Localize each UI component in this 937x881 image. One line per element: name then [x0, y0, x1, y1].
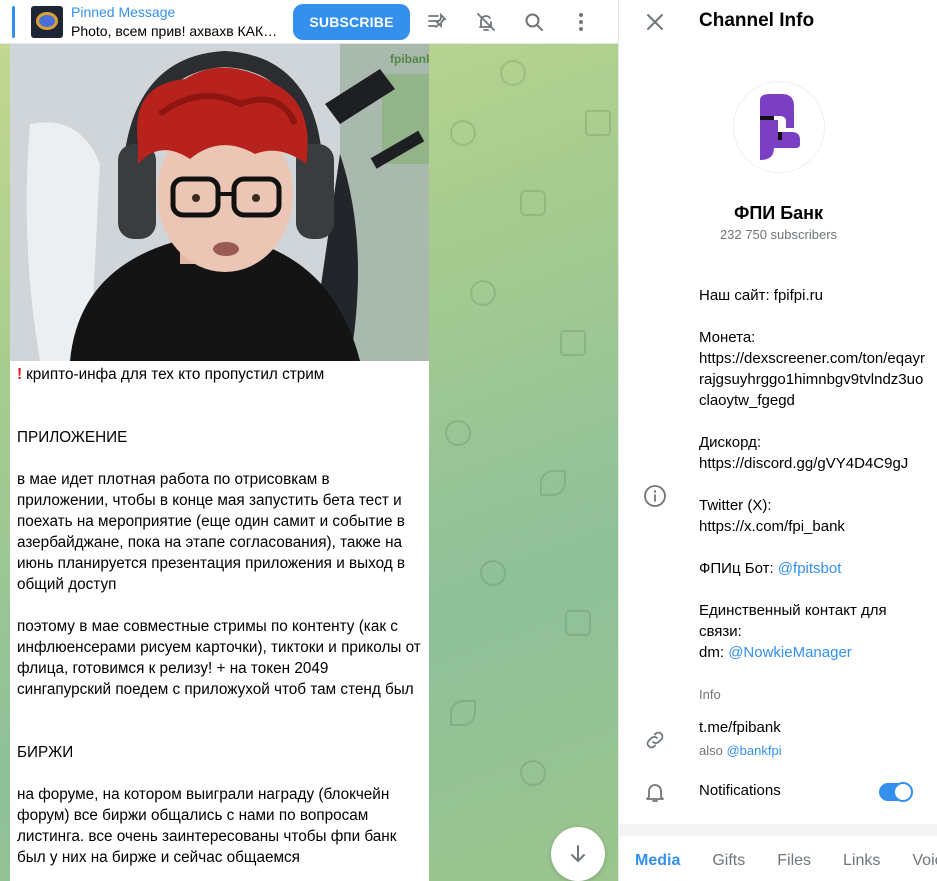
discord-url[interactable]: https://discord.gg/gVY4D4C9gJ [699, 453, 929, 474]
telegram-window: Pinned Message Photo, всем прив! ахвахв … [0, 0, 937, 881]
tab-media[interactable]: Media [619, 836, 696, 881]
discord-label: Дискорд: [699, 434, 762, 451]
dm-line: dm: @NowkieManager [699, 642, 929, 663]
bot-label: ФПИц Бот: [699, 560, 774, 577]
subscriber-count: 232 750 subscribers [719, 227, 838, 242]
photo-watermark: fpibank [390, 52, 429, 66]
arrow-down-icon [571, 845, 585, 863]
dm-label: dm: [699, 644, 725, 661]
site-line: Наш сайт: fpifpi.ru [699, 287, 823, 304]
coin-label: Монета: [699, 329, 756, 346]
heading-app: ПРИЛОЖЕНИЕ [17, 429, 128, 446]
twitter-label: Twitter (X): [699, 497, 772, 514]
panel-title: Channel Info [699, 10, 815, 31]
info-caption: Info [699, 687, 721, 702]
channel-avatar[interactable] [733, 81, 825, 173]
channel-description: Наш сайт: fpifpi.ru Монета: https://dexs… [699, 285, 929, 663]
pinned-thumbnail [31, 6, 63, 38]
notifications-label: Notifications [699, 782, 781, 799]
notifications-toggle[interactable] [879, 782, 913, 802]
chat-area: Pinned Message Photo, всем прив! ахвахв … [0, 0, 618, 881]
pinned-title: Pinned Message [71, 4, 176, 20]
link-icon [646, 731, 664, 749]
scroll-down-button[interactable] [551, 827, 605, 881]
message-photo[interactable]: fpibank [10, 44, 429, 361]
tab-gifts[interactable]: Gifts [696, 836, 761, 881]
heading-exchanges: БИРЖИ [17, 744, 74, 761]
paragraph-streams: поэтому в мае совместные стримы по конте… [17, 618, 421, 698]
message-line-crypto: ! крипто-инфа для тех кто пропустил стрим [17, 364, 421, 385]
search-icon[interactable] [521, 9, 547, 35]
pinned-text: Photo, всем прив! ахвахв КАК Я РАД ВАС В… [71, 23, 279, 39]
also-line: also @bankfpi [699, 743, 782, 758]
tab-voice[interactable]: Voice [896, 836, 937, 881]
channel-name: ФПИ Банк [733, 203, 824, 223]
crypto-line-text: крипто-инфа для тех кто пропустил стрим [26, 366, 325, 383]
toggle-knob [893, 782, 913, 802]
pinned-message-header[interactable]: Pinned Message Photo, всем прив! ахвахв … [0, 0, 618, 44]
close-icon[interactable] [643, 10, 667, 34]
section-divider [619, 824, 937, 836]
message-bubble[interactable]: fpibank ! крипто-инфа для тех кто пропуст… [10, 44, 429, 881]
twitter-url[interactable]: https://x.com/fpi_bank [699, 516, 929, 537]
paragraph-exchanges: на форуме, на котором выиграли награду (… [17, 786, 397, 866]
tab-files[interactable]: Files [761, 836, 827, 881]
coin-url[interactable]: https://dexscreener.com/ton/eqayrrajgsuy… [699, 348, 929, 411]
tab-links[interactable]: Links [827, 836, 896, 881]
exclamation-icon: ! [17, 366, 23, 383]
subscribe-button[interactable]: SUBSCRIBE [293, 4, 410, 40]
channel-link[interactable]: t.me/fpibank [699, 719, 781, 736]
pin-list-icon[interactable] [424, 9, 450, 35]
bot-link[interactable]: @fpitsbot [778, 560, 842, 577]
media-tabs: Media Gifts Files Links Voice [619, 836, 937, 881]
also-link[interactable]: @bankfpi [726, 743, 781, 758]
message-text: ! крипто-инфа для тех кто пропустил стрим… [17, 364, 421, 868]
paragraph-app: в мае идет плотная работа по отрисовкам … [17, 471, 406, 593]
more-vertical-icon[interactable] [568, 9, 594, 35]
channel-info-panel: Channel Info ФПИ Банк 232 750 subscriber… [618, 0, 937, 881]
info-icon [644, 485, 666, 507]
pinned-indicator [12, 6, 15, 38]
bell-icon [646, 784, 664, 802]
dm-link[interactable]: @NowkieManager [728, 644, 852, 661]
also-label: also [699, 743, 723, 758]
bell-off-icon[interactable] [473, 9, 499, 35]
contact-label: Единственный контакт для связи: [699, 602, 887, 640]
bot-line: ФПИц Бот: @fpitsbot [699, 558, 929, 579]
